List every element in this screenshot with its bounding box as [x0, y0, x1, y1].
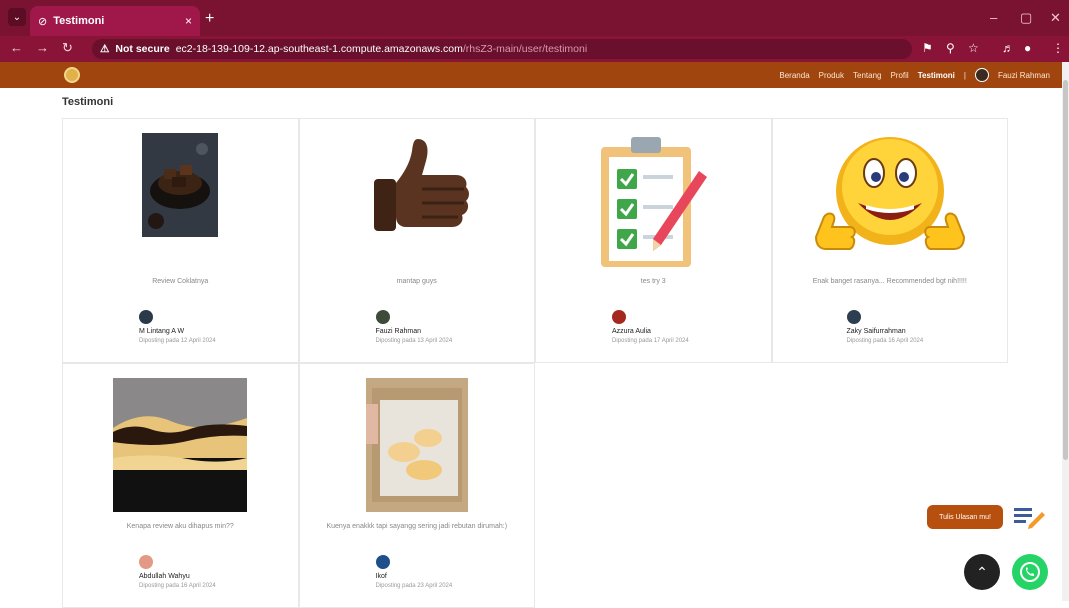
testimonial-card: tes try 3 Azzura Aulia Diposting pada 17… [535, 118, 772, 363]
forward-arrow-icon[interactable]: → [36, 40, 49, 55]
nav-profil[interactable]: Profil [890, 71, 908, 80]
reviewer-name: Zaky Saifurrahman [846, 328, 906, 335]
checklist-clipboard-image [601, 137, 708, 267]
browser-tab-bar: ⌄ ⊘ Testimoni × + – ▢ ✕ [0, 0, 1069, 36]
bookmark-star-icon[interactable]: ☆ [968, 41, 979, 55]
post-date: Diposting pada 17 April 2024 [612, 338, 689, 344]
nav-separator: | [963, 70, 966, 80]
cake-box-image [365, 378, 468, 512]
security-label: Not secure [115, 43, 170, 55]
burnt-cheesecake-image [113, 378, 248, 512]
post-date: Diposting pada 23 April 2024 [375, 583, 453, 589]
minimize-button[interactable]: – [990, 10, 997, 25]
edit-note-icon[interactable] [1010, 500, 1046, 534]
testimonial-caption: Kuenya enakkk tapi sayangg sering jadi r… [326, 523, 508, 530]
back-arrow-icon[interactable]: ← [10, 40, 23, 55]
reviewer-avatar [612, 310, 626, 324]
chocolate-dessert-image [142, 133, 219, 237]
testimonial-card: mantap guys Fauzi Rahman Diposting pada … [298, 118, 535, 363]
testimonial-card: Kuenya enakkk tapi sayangg sering jadi r… [298, 363, 535, 608]
translate-icon[interactable]: ⚑ [922, 41, 933, 55]
media-icon[interactable]: ♬ [1002, 41, 1014, 55]
nav-user-name[interactable]: Fauzi Rahman [998, 71, 1050, 80]
testimonial-grid: Review Coklatnya M Lintang A W Diposting… [62, 118, 1008, 608]
maximize-button[interactable]: ▢ [1020, 10, 1032, 26]
url-path: /rhsZ3-main/user/testimoni [462, 43, 588, 55]
url-host: ec2-18-139-109-12.ap-southeast-1.compute… [175, 43, 463, 55]
testimonial-caption: Enak banget rasanya... Recommended bgt n… [812, 278, 967, 285]
reviewer-name: M Lintang A W [139, 328, 185, 335]
testimonial-card: Review Coklatnya M Lintang A W Diposting… [62, 118, 299, 363]
testimonial-card: Kenapa review aku dihapus min?? Abdullah… [62, 363, 299, 608]
nav-produk[interactable]: Produk [819, 71, 844, 80]
reviewer-name: Fauzi Rahman [375, 328, 422, 335]
post-date: Diposting pada 16 April 2024 [139, 583, 216, 589]
close-tab-icon[interactable]: × [185, 14, 192, 28]
nav-beranda[interactable]: Beranda [779, 71, 809, 80]
reviewer-name: Ikof [375, 573, 387, 580]
testimonial-caption: mantap guys [396, 278, 437, 285]
tab-search-icon[interactable]: ⌄ [8, 8, 26, 26]
user-avatar[interactable] [974, 68, 989, 82]
nav-testimoni[interactable]: Testimoni [918, 71, 955, 80]
reviewer-avatar [139, 310, 153, 324]
reviewer-name: Abdullah Wahyu [139, 573, 190, 580]
scroll-top-button[interactable]: ⌃ [964, 554, 1000, 590]
site-logo[interactable] [64, 67, 80, 83]
nav-tentang[interactable]: Tentang [853, 71, 881, 80]
reviewer-avatar [139, 555, 153, 569]
smiley-thumbs-image [814, 137, 965, 250]
close-window-button[interactable]: ✕ [1050, 10, 1061, 26]
whatsapp-icon[interactable] [1012, 554, 1048, 590]
address-bar-row: ← → ↻ ⚠ Not secure ec2-18-139-109-12.ap-… [0, 36, 1069, 62]
zoom-icon[interactable]: ⚲ [946, 41, 955, 55]
browser-tab[interactable]: ⊘ Testimoni × [30, 6, 200, 36]
scrollbar-thumb[interactable] [1063, 80, 1068, 460]
post-date: Diposting pada 12 April 2024 [139, 338, 216, 344]
url-field[interactable]: ⚠ Not secure ec2-18-139-109-12.ap-southe… [92, 39, 912, 59]
post-date: Diposting pada 16 April 2024 [846, 338, 924, 344]
warning-icon: ⚠ [100, 43, 110, 55]
testimonial-caption: Kenapa review aku dihapus min?? [126, 523, 234, 530]
reviewer-avatar [375, 555, 390, 569]
tab-title: Testimoni [53, 15, 105, 27]
reviewer-name: Azzura Aulia [612, 328, 651, 335]
reviewer-avatar [375, 310, 390, 324]
thumbs-up-image [373, 139, 469, 231]
site-navbar: Beranda Produk Tentang Profil Testimoni … [0, 62, 1062, 88]
testimonial-caption: Review Coklatnya [152, 278, 209, 285]
post-date: Diposting pada 13 April 2024 [375, 338, 453, 344]
reload-icon[interactable]: ↻ [62, 40, 73, 56]
reviewer-avatar [846, 310, 861, 324]
testimonial-caption: tes try 3 [640, 278, 666, 285]
testimonial-card: Enak banget rasanya... Recommended bgt n… [771, 118, 1008, 363]
write-review-button[interactable]: Tulis Ulasan mu! [927, 505, 1003, 529]
new-tab-button[interactable]: + [205, 10, 214, 28]
page-title: Testimoni [62, 96, 114, 108]
globe-icon: ⊘ [38, 15, 48, 28]
profile-icon[interactable]: ● [1024, 41, 1031, 55]
kebab-menu-icon[interactable]: ⋮ [1052, 41, 1064, 55]
page-scrollbar[interactable] [1062, 62, 1069, 601]
